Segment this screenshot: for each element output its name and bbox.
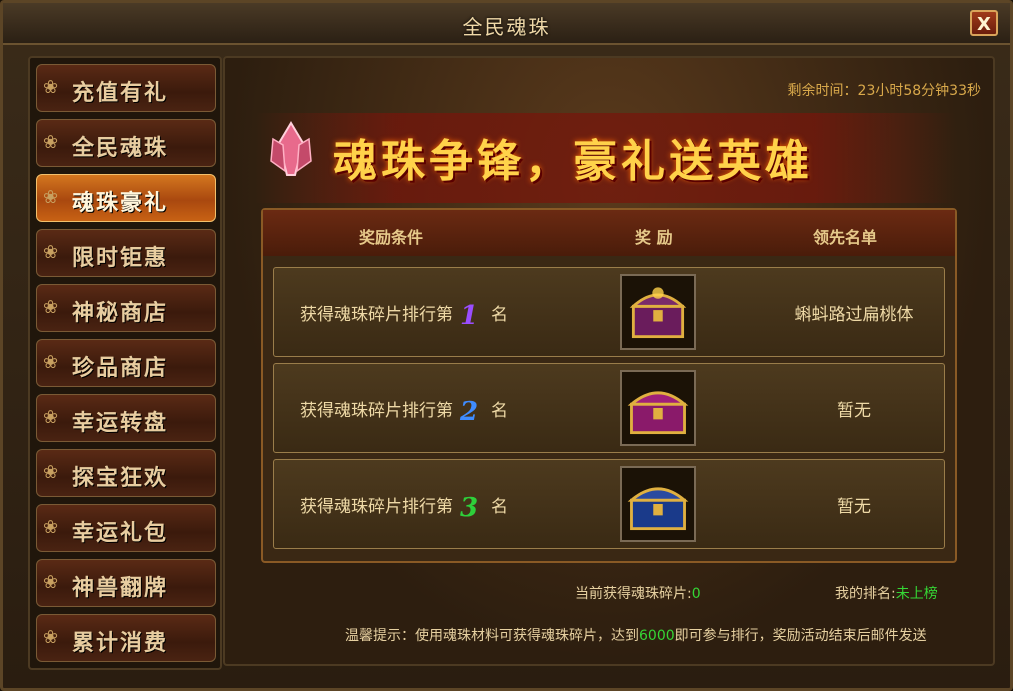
sidebar: ❀ 充值有礼 ❀ 全民魂珠 ❀ 魂珠豪礼 ❀ 限时钜惠 ❀ 神秘商店 ❀ 珍品商… xyxy=(28,56,222,670)
sidebar-item-label: 珍品商店 xyxy=(72,355,169,381)
myrank-value: 未上榜 xyxy=(895,586,938,602)
sidebar-item-beast-flip[interactable]: ❀ 神兽翻牌 xyxy=(36,559,216,607)
sidebar-item-label: 神秘商店 xyxy=(72,300,169,326)
ornament-icon: ❀ xyxy=(43,132,59,153)
sidebar-item-soul-bead-gift[interactable]: ❀ 魂珠豪礼 xyxy=(36,174,216,222)
sidebar-item-treasure-hunt[interactable]: ❀ 探宝狂欢 xyxy=(36,449,216,497)
current-shards: 当前获得魂珠碎片:0 xyxy=(575,583,701,603)
sidebar-item-lucky-pack[interactable]: ❀ 幸运礼包 xyxy=(36,504,216,552)
sidebar-item-label: 神兽翻牌 xyxy=(72,575,169,601)
ornament-icon: ❀ xyxy=(43,297,59,318)
condition-suffix: 名 xyxy=(491,401,508,421)
ornament-icon: ❀ xyxy=(43,187,59,208)
leader-name: 暂无 xyxy=(837,497,871,517)
gold-treasure-chest-icon[interactable] xyxy=(620,274,696,350)
sidebar-item-total-spend[interactable]: ❀ 累计消费 xyxy=(36,614,216,662)
banner-title: 魂珠争锋，豪礼送英雄 xyxy=(333,136,813,187)
rank-number: 1 xyxy=(459,301,479,331)
tip-suffix: 即可参与排行，奖励活动结束后邮件发送 xyxy=(674,628,927,644)
rank-number: 2 xyxy=(459,397,479,427)
condition-prefix: 获得魂珠碎片排行第 xyxy=(300,497,453,517)
rank-number: 3 xyxy=(459,493,479,523)
table-row: 获得魂珠碎片排行第 3 名 暂无 xyxy=(273,459,945,549)
remaining-time: 剩余时间：23小时58分钟33秒 xyxy=(788,80,981,100)
ornament-icon: ❀ xyxy=(43,407,59,428)
leader-name: 蝌蚪路过扁桃体 xyxy=(794,305,914,325)
rank-condition: 获得魂珠碎片排行第 1 名 xyxy=(300,300,508,331)
close-button[interactable]: X xyxy=(970,10,998,36)
main-panel: 剩余时间：23小时58分钟33秒 魂珠争锋，豪礼送英雄 奖励条件 奖 励 领先名… xyxy=(223,56,995,666)
purple-treasure-chest-icon[interactable] xyxy=(620,370,696,446)
myrank-label: 我的排名: xyxy=(835,586,896,602)
header-condition: 奖励条件 xyxy=(359,228,424,247)
condition-suffix: 名 xyxy=(491,497,508,517)
activity-window: 全民魂珠 X ❀ 充值有礼 ❀ 全民魂珠 ❀ 魂珠豪礼 ❀ 限时钜惠 ❀ 神秘商… xyxy=(0,0,1013,691)
sidebar-item-soul-bead[interactable]: ❀ 全民魂珠 xyxy=(36,119,216,167)
sidebar-item-label: 魂珠豪礼 xyxy=(72,190,169,216)
table-header: 奖励条件 奖 励 领先名单 xyxy=(263,210,955,256)
sidebar-item-label: 幸运转盘 xyxy=(72,410,169,436)
header-reward: 奖 励 xyxy=(635,228,673,247)
sidebar-item-label: 限时钜惠 xyxy=(72,245,169,271)
sidebar-item-label: 充值有礼 xyxy=(72,80,169,106)
ornament-icon: ❀ xyxy=(43,572,59,593)
condition-prefix: 获得魂珠碎片排行第 xyxy=(300,401,453,421)
sidebar-item-mystery-shop[interactable]: ❀ 神秘商店 xyxy=(36,284,216,332)
ornament-icon: ❀ xyxy=(43,77,59,98)
timer-value: 23小时58分钟33秒 xyxy=(857,83,981,99)
tip-prefix: 温馨提示：使用魂珠材料可获得魂珠碎片，达到 xyxy=(345,628,639,644)
sidebar-item-label: 全民魂珠 xyxy=(72,135,169,161)
crystal-icon xyxy=(270,121,312,176)
sidebar-item-label: 累计消费 xyxy=(72,630,169,656)
ranking-table: 奖励条件 奖 励 领先名单 获得魂珠碎片排行第 1 名 蝌蚪路过扁桃体 获得魂珠… xyxy=(261,208,957,563)
window-title: 全民魂珠 xyxy=(462,15,551,39)
sidebar-item-recharge-gift[interactable]: ❀ 充值有礼 xyxy=(36,64,216,112)
condition-prefix: 获得魂珠碎片排行第 xyxy=(300,305,453,325)
sidebar-item-label: 探宝狂欢 xyxy=(72,465,169,491)
table-row: 获得魂珠碎片排行第 2 名 暂无 xyxy=(273,363,945,453)
ornament-icon: ❀ xyxy=(43,352,59,373)
ornament-icon: ❀ xyxy=(43,627,59,648)
my-rank: 我的排名:未上榜 xyxy=(835,583,938,603)
ornament-icon: ❀ xyxy=(43,517,59,538)
header-leader: 领先名单 xyxy=(813,228,878,247)
rank-condition: 获得魂珠碎片排行第 3 名 xyxy=(300,492,508,523)
sidebar-item-lucky-wheel[interactable]: ❀ 幸运转盘 xyxy=(36,394,216,442)
tip-threshold: 6000 xyxy=(639,628,675,644)
sidebar-item-treasure-shop[interactable]: ❀ 珍品商店 xyxy=(36,339,216,387)
leader-name: 暂无 xyxy=(837,401,871,421)
ornament-icon: ❀ xyxy=(43,462,59,483)
rank-condition: 获得魂珠碎片排行第 2 名 xyxy=(300,396,508,427)
table-row: 获得魂珠碎片排行第 1 名 蝌蚪路过扁桃体 xyxy=(273,267,945,357)
blue-treasure-chest-icon[interactable] xyxy=(620,466,696,542)
tip-text: 温馨提示：使用魂珠材料可获得魂珠碎片，达到6000即可参与排行，奖励活动结束后邮… xyxy=(345,625,927,645)
shards-value: 0 xyxy=(691,586,701,602)
event-banner: 魂珠争锋，豪礼送英雄 xyxy=(255,113,955,203)
ornament-icon: ❀ xyxy=(43,242,59,263)
title-bar: 全民魂珠 X xyxy=(3,3,1010,45)
condition-suffix: 名 xyxy=(491,305,508,325)
timer-label: 剩余时间： xyxy=(787,83,858,99)
sidebar-item-label: 幸运礼包 xyxy=(72,520,169,546)
sidebar-item-limited-deal[interactable]: ❀ 限时钜惠 xyxy=(36,229,216,277)
shards-label: 当前获得魂珠碎片: xyxy=(575,586,692,602)
